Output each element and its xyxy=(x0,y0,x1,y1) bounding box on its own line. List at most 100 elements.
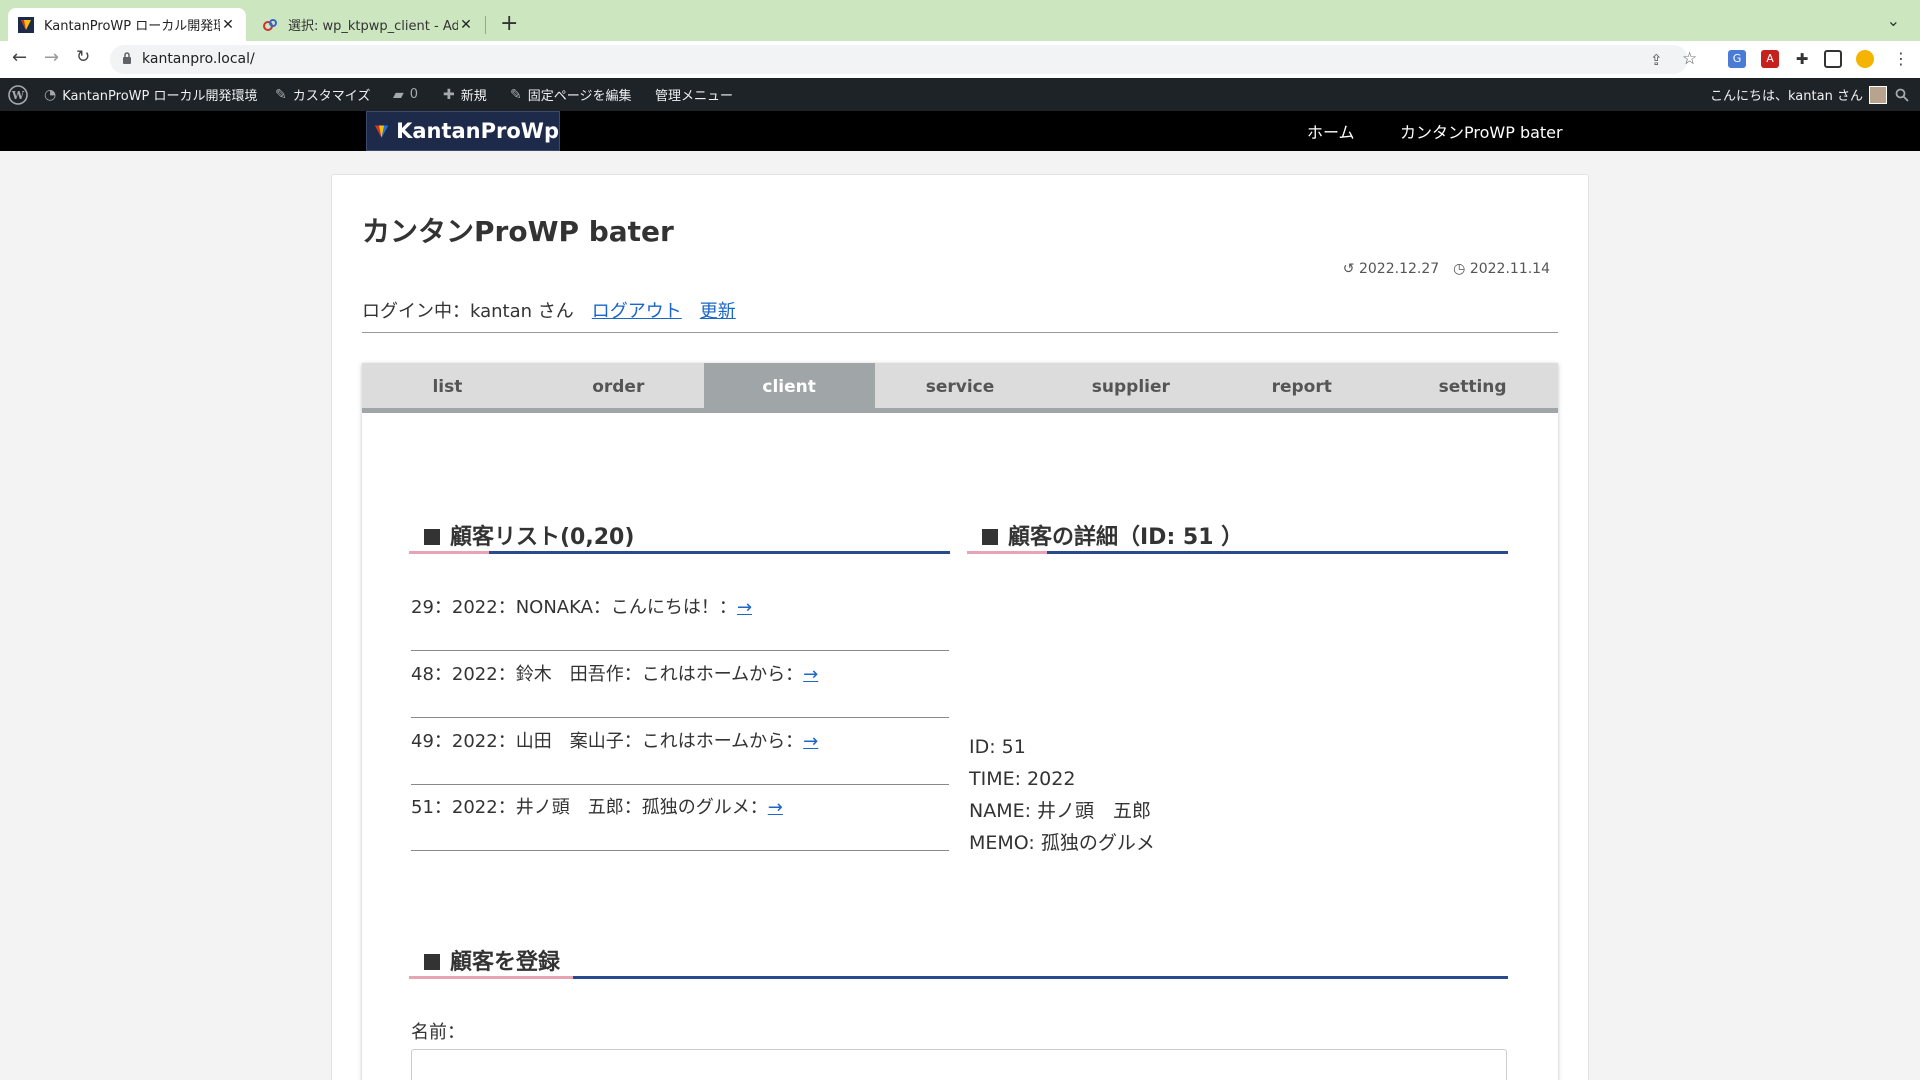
login-status-bar: ログイン中：kantan さん ログアウト 更新 xyxy=(362,297,1558,333)
client-row-text: 48：2022：鈴木 田吾作：これはホームから： xyxy=(411,664,804,685)
pdf-extension-icon[interactable]: A xyxy=(1761,50,1779,68)
admin-bar-site-name[interactable]: ◔ KantanProWP ローカル開発環境 xyxy=(44,78,257,111)
register-heading-underline xyxy=(409,976,1508,979)
browser-tab-inactive[interactable]: 選択: wp_ktpwp_client - Adminer ✕ xyxy=(252,8,484,41)
browser-tab-strip: KantanProWP ローカル開発環境 ✕ 選択: wp_ktpwp_clie… xyxy=(0,0,1920,41)
new-label: 新規 xyxy=(460,89,487,104)
list-item: 48：2022：鈴木 田吾作：これはホームから：→ xyxy=(411,652,949,718)
refresh-link[interactable]: 更新 xyxy=(700,297,736,332)
list-item: 29：2022：NONAKA：こんにちは！：→ xyxy=(411,585,949,651)
reload-icon[interactable]: ↻ xyxy=(76,47,90,67)
logo-text: KantanProWp xyxy=(396,119,559,143)
detail-name: NAME: 井ノ頭 五郎 xyxy=(969,800,1152,822)
translate-extension-icon[interactable]: G xyxy=(1728,50,1746,68)
client-detail-heading: 顧客の詳細（ID: 51 ） xyxy=(982,519,1243,561)
post-dates: ↺ 2022.12.27 ◷ 2022.11.14 xyxy=(1343,261,1550,277)
logo-mark-icon xyxy=(375,125,389,138)
register-heading-text: 顧客を登録 xyxy=(450,950,561,975)
side-panel-icon[interactable] xyxy=(1824,50,1842,68)
close-tab-icon[interactable]: ✕ xyxy=(458,17,474,33)
dashboard-icon: ◔ xyxy=(44,86,57,103)
forward-arrow-icon[interactable]: → xyxy=(44,47,59,68)
client-row-text: 51：2022：井ノ頭 五郎：孤独のグルメ： xyxy=(411,797,768,818)
nav-home[interactable]: ホーム xyxy=(1307,111,1355,151)
admin-bar-admin-menu[interactable]: 管理メニュー xyxy=(655,78,733,111)
ktpwp-plugin-panel: list order client service supplier repor… xyxy=(362,363,1558,1080)
client-row-text: 49：2022：山田 案山子：これはホームから： xyxy=(411,731,804,752)
client-detail-link[interactable]: → xyxy=(803,664,818,685)
logout-link[interactable]: ログアウト xyxy=(592,297,682,332)
name-field-label: 名前： xyxy=(411,1022,465,1043)
greeting-label: こんにちは、kantan さん xyxy=(1710,89,1863,104)
tab-client[interactable]: client xyxy=(703,363,875,408)
admin-bar-search-icon[interactable] xyxy=(1895,78,1909,111)
client-detail-body: ID: 51 TIME: 2022 NAME: 井ノ頭 五郎 MEMO: 孤独の… xyxy=(969,731,1155,859)
share-icon[interactable]: ⇪ xyxy=(1650,51,1663,69)
published-date: ◷ 2022.11.14 xyxy=(1453,261,1550,277)
register-heading: 顧客を登録 xyxy=(424,944,560,986)
modified-date-text: 2022.12.27 xyxy=(1358,261,1440,277)
detail-time: TIME: 2022 xyxy=(969,768,1076,790)
admin-bar-new[interactable]: ✚ 新規 xyxy=(443,78,487,111)
admin-bar-comments[interactable]: ▰ 0 xyxy=(393,78,418,111)
tab-order[interactable]: order xyxy=(533,363,704,408)
published-date-text: 2022.11.14 xyxy=(1469,261,1550,277)
comments-count: 0 xyxy=(409,87,419,102)
tab-search-chevron-icon[interactable]: ⌄ xyxy=(1887,11,1900,30)
browser-menu-icon[interactable]: ⋮ xyxy=(1892,50,1910,68)
client-row-text: 29：2022：NONAKA：こんにちは！： xyxy=(411,597,737,618)
client-detail-link[interactable]: → xyxy=(803,731,818,752)
site-name-label: KantanProWP ローカル開発環境 xyxy=(62,89,258,104)
extensions-puzzle-icon[interactable]: ✚ xyxy=(1793,50,1811,68)
wordpress-logo-icon[interactable]: W xyxy=(8,78,28,111)
bookmark-star-icon[interactable]: ☆ xyxy=(1682,49,1697,69)
tab-report[interactable]: report xyxy=(1216,363,1387,408)
back-arrow-icon[interactable]: ← xyxy=(12,47,27,68)
modified-date: ↺ 2022.12.27 xyxy=(1343,261,1439,277)
detail-memo: MEMO: 孤独のグルメ xyxy=(969,832,1155,854)
list-item: 49：2022：山田 案山子：これはホームから：→ xyxy=(411,719,949,785)
tab-service[interactable]: service xyxy=(875,363,1046,408)
heading-square-icon xyxy=(424,529,440,545)
close-tab-icon[interactable]: ✕ xyxy=(220,17,236,33)
client-detail-link[interactable]: → xyxy=(737,597,752,618)
browser-tab-active[interactable]: KantanProWP ローカル開発環境 ✕ xyxy=(8,8,246,41)
site-header: KantanProWp ホーム カンタンProWP bater xyxy=(0,111,1920,151)
admin-menu-label: 管理メニュー xyxy=(655,89,734,104)
svg-text:W: W xyxy=(11,89,25,102)
address-bar[interactable]: kantanpro.local/ ⇪ ☆ xyxy=(110,45,1697,74)
tab-title: 選択: wp_ktpwp_client - Adminer xyxy=(288,19,458,34)
client-detail-link[interactable]: → xyxy=(768,797,783,818)
clock-icon: ◷ xyxy=(1453,261,1466,277)
page-title: カンタンProWP bater xyxy=(362,215,674,248)
admin-bar-customize[interactable]: ✎ カスタマイズ xyxy=(275,78,370,111)
tab-setting[interactable]: setting xyxy=(1387,363,1558,408)
heading-square-icon xyxy=(982,529,998,545)
name-input[interactable] xyxy=(411,1049,1507,1080)
plus-icon: ✚ xyxy=(443,86,455,103)
new-tab-icon[interactable]: + xyxy=(500,11,518,36)
tab-separator xyxy=(485,16,486,34)
client-list-heading: 顧客リスト(0,20) xyxy=(424,519,634,561)
tab-list[interactable]: list xyxy=(362,363,533,408)
heading-square-icon xyxy=(424,954,440,970)
admin-bar-edit-page[interactable]: ✎ 固定ページを編集 xyxy=(510,78,631,111)
comment-bubble-icon: ▰ xyxy=(393,86,404,103)
url-text: kantanpro.local/ xyxy=(142,51,255,67)
login-status-text: ログイン中：kantan さん xyxy=(362,301,574,322)
tab-title: KantanProWP ローカル開発環境 xyxy=(44,19,220,34)
client-list-heading-text: 顧客リスト(0,20) xyxy=(450,525,635,550)
customize-label: カスタマイズ xyxy=(292,89,371,104)
lock-icon xyxy=(123,52,131,64)
edit-page-label: 固定ページを編集 xyxy=(527,89,632,104)
tab-supplier[interactable]: supplier xyxy=(1045,363,1216,408)
nav-kantanprowp[interactable]: カンタンProWP bater xyxy=(1400,111,1563,151)
pencil-icon: ✎ xyxy=(510,86,522,103)
user-avatar xyxy=(1868,85,1887,104)
admin-bar-account[interactable]: こんにちは、kantan さん xyxy=(1710,78,1887,111)
profile-avatar-icon[interactable] xyxy=(1856,50,1874,68)
client-detail-heading-underline xyxy=(967,551,1508,554)
history-icon: ↺ xyxy=(1342,261,1355,277)
plugin-tab-bar: list order client service supplier repor… xyxy=(362,363,1558,413)
site-logo[interactable]: KantanProWp xyxy=(366,111,560,151)
